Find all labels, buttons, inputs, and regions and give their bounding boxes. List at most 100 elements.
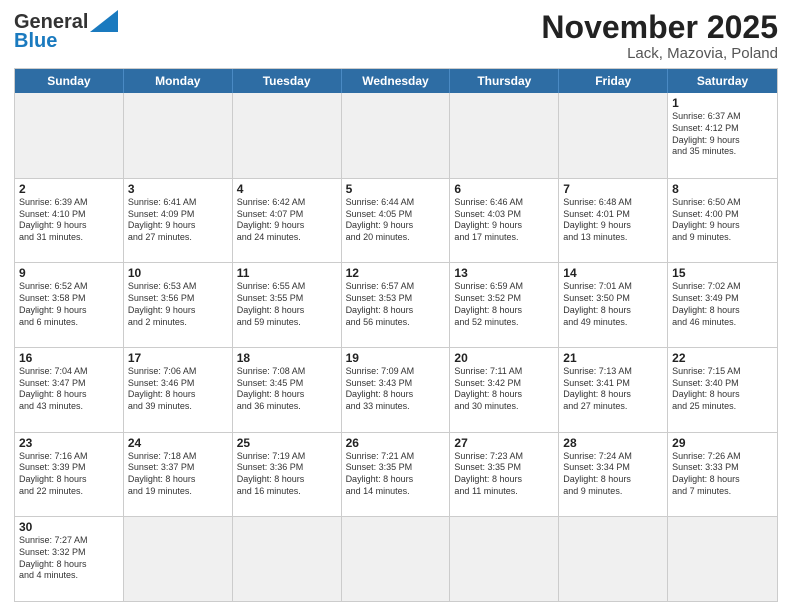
location: Lack, Mazovia, Poland (541, 45, 778, 62)
day-number: 13 (454, 266, 554, 280)
day-number: 8 (672, 182, 773, 196)
day-info: Sunrise: 7:04 AM Sunset: 3:47 PM Dayligh… (19, 366, 119, 413)
week-row-2: 2Sunrise: 6:39 AM Sunset: 4:10 PM Daylig… (15, 178, 777, 263)
day-info: Sunrise: 6:50 AM Sunset: 4:00 PM Dayligh… (672, 197, 773, 244)
cal-cell (342, 517, 451, 601)
day-number: 17 (128, 351, 228, 365)
cal-cell (559, 93, 668, 178)
day-number: 25 (237, 436, 337, 450)
header-day-thursday: Thursday (450, 69, 559, 93)
cal-cell: 10Sunrise: 6:53 AM Sunset: 3:56 PM Dayli… (124, 263, 233, 347)
cal-cell: 30Sunrise: 7:27 AM Sunset: 3:32 PM Dayli… (15, 517, 124, 601)
header-day-sunday: Sunday (15, 69, 124, 93)
day-number: 23 (19, 436, 119, 450)
day-info: Sunrise: 7:18 AM Sunset: 3:37 PM Dayligh… (128, 451, 228, 498)
day-number: 24 (128, 436, 228, 450)
logo-blue: Blue (14, 30, 57, 53)
cal-cell: 25Sunrise: 7:19 AM Sunset: 3:36 PM Dayli… (233, 433, 342, 517)
day-number: 16 (19, 351, 119, 365)
cal-cell: 28Sunrise: 7:24 AM Sunset: 3:34 PM Dayli… (559, 433, 668, 517)
day-info: Sunrise: 7:19 AM Sunset: 3:36 PM Dayligh… (237, 451, 337, 498)
cal-cell: 13Sunrise: 6:59 AM Sunset: 3:52 PM Dayli… (450, 263, 559, 347)
month-title: November 2025 (541, 10, 778, 45)
day-info: Sunrise: 7:15 AM Sunset: 3:40 PM Dayligh… (672, 366, 773, 413)
day-number: 30 (19, 520, 119, 534)
calendar-body: 1Sunrise: 6:37 AM Sunset: 4:12 PM Daylig… (15, 93, 777, 601)
header-day-wednesday: Wednesday (342, 69, 451, 93)
cal-cell: 5Sunrise: 6:44 AM Sunset: 4:05 PM Daylig… (342, 179, 451, 263)
cal-cell: 20Sunrise: 7:11 AM Sunset: 3:42 PM Dayli… (450, 348, 559, 432)
day-info: Sunrise: 7:27 AM Sunset: 3:32 PM Dayligh… (19, 535, 119, 582)
day-info: Sunrise: 7:02 AM Sunset: 3:49 PM Dayligh… (672, 281, 773, 328)
day-number: 9 (19, 266, 119, 280)
cal-cell (233, 93, 342, 178)
cal-cell: 3Sunrise: 6:41 AM Sunset: 4:09 PM Daylig… (124, 179, 233, 263)
cal-cell: 2Sunrise: 6:39 AM Sunset: 4:10 PM Daylig… (15, 179, 124, 263)
cal-cell: 4Sunrise: 6:42 AM Sunset: 4:07 PM Daylig… (233, 179, 342, 263)
day-info: Sunrise: 6:53 AM Sunset: 3:56 PM Dayligh… (128, 281, 228, 328)
day-number: 10 (128, 266, 228, 280)
day-number: 1 (672, 96, 773, 110)
day-number: 20 (454, 351, 554, 365)
cal-cell: 24Sunrise: 7:18 AM Sunset: 3:37 PM Dayli… (124, 433, 233, 517)
cal-cell: 26Sunrise: 7:21 AM Sunset: 3:35 PM Dayli… (342, 433, 451, 517)
day-number: 21 (563, 351, 663, 365)
day-info: Sunrise: 6:39 AM Sunset: 4:10 PM Dayligh… (19, 197, 119, 244)
cal-cell: 6Sunrise: 6:46 AM Sunset: 4:03 PM Daylig… (450, 179, 559, 263)
week-row-4: 16Sunrise: 7:04 AM Sunset: 3:47 PM Dayli… (15, 347, 777, 432)
week-row-5: 23Sunrise: 7:16 AM Sunset: 3:39 PM Dayli… (15, 432, 777, 517)
logo-icon (90, 10, 118, 32)
day-info: Sunrise: 7:21 AM Sunset: 3:35 PM Dayligh… (346, 451, 446, 498)
cal-cell: 16Sunrise: 7:04 AM Sunset: 3:47 PM Dayli… (15, 348, 124, 432)
day-number: 26 (346, 436, 446, 450)
calendar: SundayMondayTuesdayWednesdayThursdayFrid… (14, 68, 778, 602)
cal-cell (233, 517, 342, 601)
week-row-6: 30Sunrise: 7:27 AM Sunset: 3:32 PM Dayli… (15, 516, 777, 601)
day-info: Sunrise: 7:11 AM Sunset: 3:42 PM Dayligh… (454, 366, 554, 413)
week-row-1: 1Sunrise: 6:37 AM Sunset: 4:12 PM Daylig… (15, 93, 777, 178)
header-day-saturday: Saturday (668, 69, 777, 93)
cal-cell (342, 93, 451, 178)
day-number: 12 (346, 266, 446, 280)
day-info: Sunrise: 6:42 AM Sunset: 4:07 PM Dayligh… (237, 197, 337, 244)
header-day-monday: Monday (124, 69, 233, 93)
day-number: 11 (237, 266, 337, 280)
day-info: Sunrise: 7:08 AM Sunset: 3:45 PM Dayligh… (237, 366, 337, 413)
day-number: 2 (19, 182, 119, 196)
day-number: 14 (563, 266, 663, 280)
day-info: Sunrise: 6:44 AM Sunset: 4:05 PM Dayligh… (346, 197, 446, 244)
cal-cell: 9Sunrise: 6:52 AM Sunset: 3:58 PM Daylig… (15, 263, 124, 347)
day-info: Sunrise: 6:55 AM Sunset: 3:55 PM Dayligh… (237, 281, 337, 328)
cal-cell (559, 517, 668, 601)
day-number: 4 (237, 182, 337, 196)
cal-cell (450, 517, 559, 601)
cal-cell: 8Sunrise: 6:50 AM Sunset: 4:00 PM Daylig… (668, 179, 777, 263)
day-info: Sunrise: 7:26 AM Sunset: 3:33 PM Dayligh… (672, 451, 773, 498)
day-info: Sunrise: 6:48 AM Sunset: 4:01 PM Dayligh… (563, 197, 663, 244)
calendar-header: SundayMondayTuesdayWednesdayThursdayFrid… (15, 69, 777, 93)
day-number: 29 (672, 436, 773, 450)
cal-cell: 11Sunrise: 6:55 AM Sunset: 3:55 PM Dayli… (233, 263, 342, 347)
day-info: Sunrise: 6:52 AM Sunset: 3:58 PM Dayligh… (19, 281, 119, 328)
day-number: 27 (454, 436, 554, 450)
header-day-friday: Friday (559, 69, 668, 93)
logo: General Blue (14, 10, 118, 53)
cal-cell (124, 517, 233, 601)
cal-cell (668, 517, 777, 601)
day-info: Sunrise: 7:23 AM Sunset: 3:35 PM Dayligh… (454, 451, 554, 498)
cal-cell: 15Sunrise: 7:02 AM Sunset: 3:49 PM Dayli… (668, 263, 777, 347)
day-number: 3 (128, 182, 228, 196)
day-number: 18 (237, 351, 337, 365)
day-info: Sunrise: 7:01 AM Sunset: 3:50 PM Dayligh… (563, 281, 663, 328)
cal-cell: 18Sunrise: 7:08 AM Sunset: 3:45 PM Dayli… (233, 348, 342, 432)
day-info: Sunrise: 6:59 AM Sunset: 3:52 PM Dayligh… (454, 281, 554, 328)
day-info: Sunrise: 7:06 AM Sunset: 3:46 PM Dayligh… (128, 366, 228, 413)
day-info: Sunrise: 6:46 AM Sunset: 4:03 PM Dayligh… (454, 197, 554, 244)
day-info: Sunrise: 7:24 AM Sunset: 3:34 PM Dayligh… (563, 451, 663, 498)
cal-cell: 19Sunrise: 7:09 AM Sunset: 3:43 PM Dayli… (342, 348, 451, 432)
day-number: 19 (346, 351, 446, 365)
title-block: November 2025 Lack, Mazovia, Poland (541, 10, 778, 62)
cal-cell (15, 93, 124, 178)
day-number: 15 (672, 266, 773, 280)
day-number: 6 (454, 182, 554, 196)
